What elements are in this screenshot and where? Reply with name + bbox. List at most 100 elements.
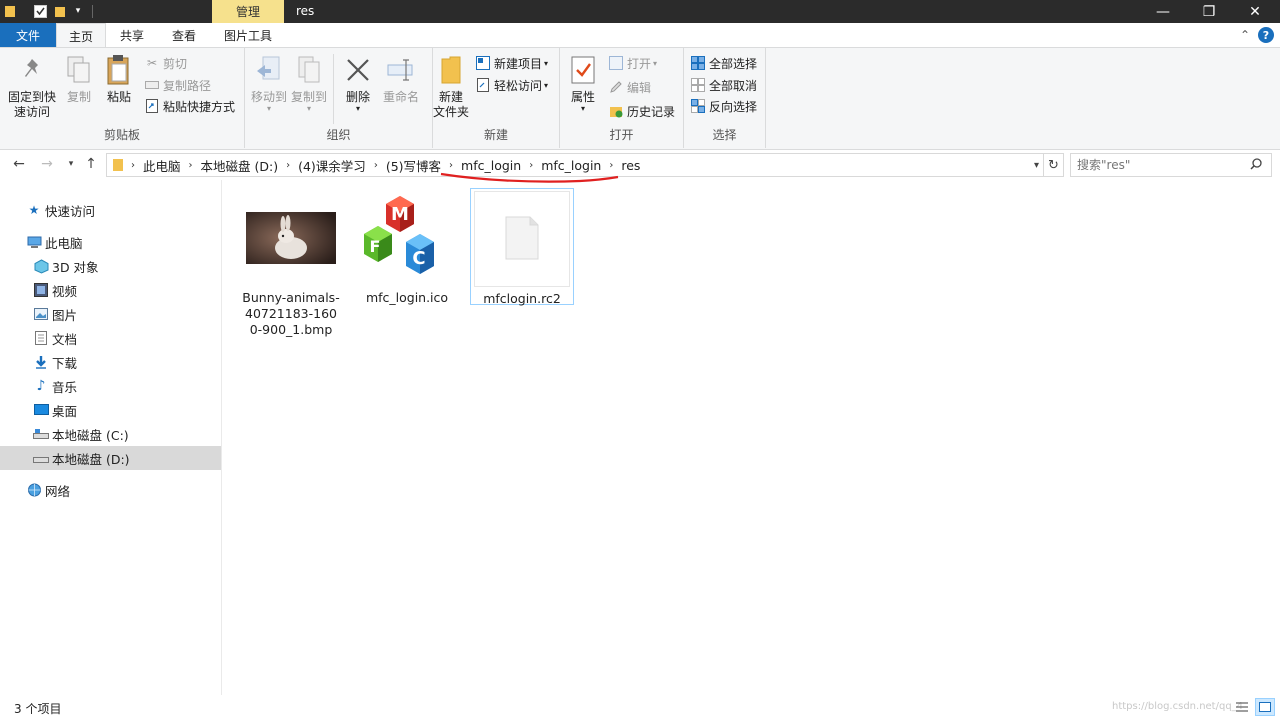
paste-button[interactable]: 粘贴	[102, 54, 136, 105]
invert-selection-button[interactable]: 反向选择	[690, 96, 757, 116]
nav-desktop-label: 桌面	[52, 403, 78, 419]
select-all-icon	[690, 55, 706, 71]
move-to-icon	[253, 54, 285, 86]
nav-videos[interactable]: 视频	[0, 278, 221, 302]
nav-music[interactable]: ♪ 音乐	[0, 374, 221, 398]
mfc-letter-m: M	[391, 204, 409, 225]
invert-selection-icon	[690, 98, 706, 114]
properties-button[interactable]: 属性 ▾	[566, 54, 600, 113]
history-button[interactable]: 历史记录	[608, 101, 675, 121]
breadcrumb-mfc-login-2[interactable]: mfc_login	[541, 158, 601, 173]
nav-music-label: 音乐	[52, 379, 78, 395]
breadcrumb-mfc-login-1[interactable]: mfc_login	[461, 158, 521, 173]
properties-label: 属性	[570, 90, 595, 104]
search-input[interactable]	[1070, 153, 1272, 177]
pin-quick-access-button[interactable]: 固定到快 速访问	[6, 54, 58, 120]
nav-drive-c[interactable]: 本地磁盘 (C:)	[0, 422, 221, 446]
file-item-ico[interactable]: M F C mfc_login.ico	[355, 190, 459, 306]
forward-arrow-icon[interactable]: →	[38, 155, 56, 173]
tab-share[interactable]: 共享	[108, 23, 156, 47]
invert-selection-label: 反向选择	[709, 99, 758, 114]
cut-button[interactable]: ✂ 剪切	[144, 53, 187, 73]
delete-dropdown-icon: ▾	[355, 104, 360, 113]
new-folder-quick-icon[interactable]	[52, 3, 68, 19]
edit-label: 编辑	[627, 80, 652, 95]
nav-this-pc[interactable]: 此电脑	[0, 230, 221, 254]
nav-quick-access[interactable]: ★ 快速访问	[0, 198, 221, 222]
breadcrumb-this-pc[interactable]: 此电脑	[143, 156, 181, 175]
breadcrumb-drive-d[interactable]: 本地磁盘 (D:)	[201, 156, 279, 175]
nav-drive-c-label: 本地磁盘 (C:)	[52, 427, 129, 443]
breadcrumb-separator-icon[interactable]: ›	[449, 160, 453, 171]
breadcrumb-separator-icon[interactable]: ›	[131, 160, 135, 171]
breadcrumb-separator-icon[interactable]: ›	[374, 160, 378, 171]
collapse-ribbon-icon[interactable]: ⌃	[1240, 28, 1250, 42]
new-item-dropdown-icon: ▾	[544, 58, 549, 68]
nav-documents[interactable]: 文档	[0, 326, 221, 350]
breadcrumb-separator-icon[interactable]: ›	[529, 160, 533, 171]
move-to-label: 移动到	[250, 90, 287, 104]
copy-button[interactable]: 复制	[62, 54, 96, 105]
tab-file[interactable]: 文件	[0, 23, 56, 47]
help-icon[interactable]: ?	[1258, 27, 1274, 43]
select-all-button[interactable]: 全部选择	[690, 53, 757, 73]
new-item-button[interactable]: 新建项目 ▾	[475, 53, 548, 73]
paste-shortcut-button[interactable]: 粘贴快捷方式	[144, 96, 235, 116]
maximize-button[interactable]: ❐	[1186, 0, 1232, 23]
search-icon[interactable]	[1250, 158, 1262, 173]
refresh-icon[interactable]: ↻	[1044, 153, 1064, 177]
move-to-button[interactable]: 移动到 ▾	[249, 54, 289, 113]
nav-pictures[interactable]: 图片	[0, 302, 221, 326]
select-none-button[interactable]: 全部取消	[690, 75, 757, 95]
paste-shortcut-label: 粘贴快捷方式	[163, 99, 236, 114]
nav-downloads[interactable]: 下载	[0, 350, 221, 374]
tab-manage[interactable]: 管理	[212, 0, 284, 23]
back-arrow-icon[interactable]: ←	[10, 155, 28, 173]
tab-view[interactable]: 查看	[160, 23, 208, 47]
nav-drive-d[interactable]: 本地磁盘 (D:)	[0, 446, 221, 470]
new-folder-button[interactable]: 新建 文件夹	[433, 54, 469, 120]
copy-to-button[interactable]: 复制到 ▾	[289, 54, 329, 113]
tab-picture-tools[interactable]: 图片工具	[212, 23, 284, 47]
properties-quick-icon[interactable]	[32, 3, 48, 19]
tab-home[interactable]: 主页	[56, 23, 106, 48]
delete-button[interactable]: 删除 ▾	[341, 54, 375, 113]
nav-desktop[interactable]: 桌面	[0, 398, 221, 422]
download-arrow-icon	[33, 354, 49, 370]
customize-toolbar-icon[interactable]: ▾	[70, 3, 86, 19]
up-arrow-icon[interactable]: ↑	[82, 155, 100, 173]
nav-3d-objects[interactable]: 3D 对象	[0, 254, 221, 278]
navigation-row: ← → ▾ ↑ › 此电脑 › 本地磁盘 (D:) › (4)课余学习 › (5…	[0, 151, 1280, 178]
address-dropdown-icon[interactable]: ▾	[1034, 160, 1039, 171]
nav-network[interactable]: 网络	[0, 478, 221, 502]
open-button[interactable]: 打开 ▾	[608, 53, 657, 73]
breadcrumb-separator-icon[interactable]: ›	[189, 160, 193, 171]
copy-path-label: 复制路径	[163, 78, 212, 93]
breadcrumb-separator-icon[interactable]: ›	[609, 160, 613, 171]
drive-d-icon	[33, 450, 49, 466]
edit-button[interactable]: 编辑	[608, 77, 651, 97]
large-icons-view-icon[interactable]	[1255, 698, 1275, 716]
divider	[333, 54, 334, 124]
properties-dropdown-icon: ▾	[580, 104, 585, 113]
details-view-icon[interactable]	[1232, 698, 1252, 716]
close-button[interactable]: ✕	[1232, 0, 1278, 23]
easy-access-icon	[475, 77, 491, 93]
minimize-button[interactable]: —	[1140, 0, 1186, 23]
file-item-bmp[interactable]: Bunny-animals- 40721183-160 0-900_1.bmp	[239, 190, 343, 338]
mfc-cube-icon: M F C	[359, 190, 455, 286]
breadcrumb-separator-icon[interactable]: ›	[286, 160, 290, 171]
recent-locations-icon[interactable]: ▾	[62, 155, 80, 173]
new-group: 新建 文件夹 新建项目 ▾ 轻松访问 ▾ 新建	[433, 48, 560, 148]
rename-button[interactable]: 重命名	[379, 54, 423, 105]
picture-icon	[33, 306, 49, 322]
breadcrumb-blog[interactable]: (5)写博客	[386, 156, 441, 175]
select-all-label: 全部选择	[709, 56, 758, 71]
breadcrumb-res[interactable]: res	[621, 158, 640, 173]
breadcrumb-study[interactable]: (4)课余学习	[298, 156, 366, 175]
copy-path-button[interactable]: 复制路径	[144, 75, 211, 95]
file-item-rc2[interactable]: mfclogin.rc2	[470, 188, 574, 306]
music-note-icon: ♪	[36, 378, 46, 394]
easy-access-button[interactable]: 轻松访问 ▾	[475, 75, 548, 95]
drive-c-icon	[33, 426, 49, 442]
